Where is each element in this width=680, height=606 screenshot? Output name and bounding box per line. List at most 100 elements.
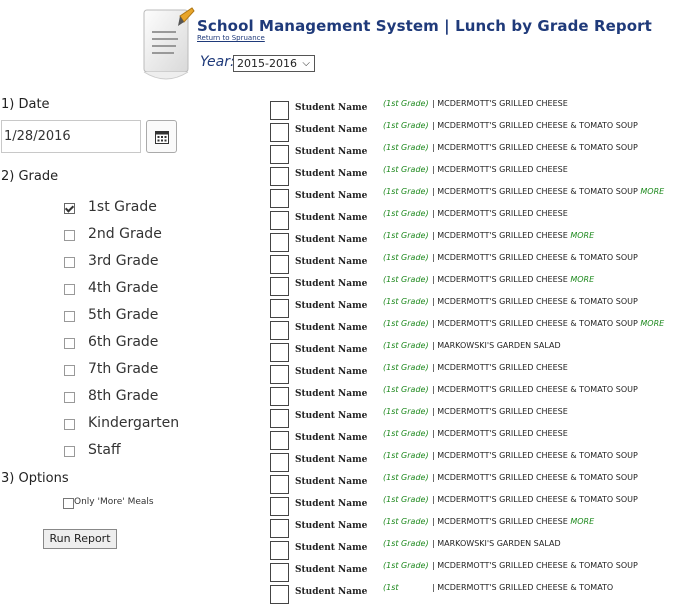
meal-description: | MCDERMOTT'S GRILLED CHEESE MORE xyxy=(432,231,680,240)
student-name: Student Name xyxy=(295,389,368,399)
checkbox-unchecked[interactable] xyxy=(64,338,75,349)
row-checkbox[interactable] xyxy=(270,189,289,208)
row-checkbox[interactable] xyxy=(270,167,289,186)
grade-tag-text: (1st Grade) xyxy=(383,385,429,394)
return-link[interactable]: Return to Spruance xyxy=(197,34,265,42)
date-heading: 1) Date xyxy=(1,97,50,112)
row-checkbox[interactable] xyxy=(270,409,289,428)
grade-tag: (1st Grade) xyxy=(383,253,429,262)
row-checkbox[interactable] xyxy=(270,299,289,318)
meal-description: | MCDERMOTT'S GRILLED CHEESE MORE xyxy=(432,275,680,284)
checkbox-unchecked[interactable] xyxy=(64,392,75,403)
student-name: Student Name xyxy=(295,411,368,421)
student-name: Student Name xyxy=(295,587,368,597)
row-checkbox[interactable] xyxy=(270,563,289,582)
student-name: Student Name xyxy=(295,147,368,157)
table-row: Student Name (1st Grade) | MCDERMOTT'S GRI… xyxy=(270,143,680,166)
checkbox-unchecked[interactable] xyxy=(64,284,75,295)
checkbox-unchecked[interactable] xyxy=(64,230,75,241)
meal-text: | MCDERMOTT'S GRILLED CHEESE xyxy=(432,517,568,526)
grade-tag: (1st Grade) xyxy=(383,143,429,152)
checkbox-unchecked[interactable] xyxy=(64,419,75,430)
checkbox-unchecked[interactable] xyxy=(64,257,75,268)
run-report-button[interactable]: Run Report xyxy=(43,529,117,549)
more-link[interactable]: MORE xyxy=(640,187,664,196)
row-checkbox[interactable] xyxy=(270,365,289,384)
meal-text: | MCDERMOTT'S GRILLED CHEESE & TOMATO SO… xyxy=(432,187,638,196)
row-checkbox[interactable] xyxy=(270,431,289,450)
table-row: Student Name (1st Grade) | MCDERMOTT'S GRI… xyxy=(270,319,680,342)
student-name: Student Name xyxy=(295,323,368,333)
date-field[interactable]: 1/28/2016 xyxy=(1,120,141,153)
chevron-down-icon: ⌵ xyxy=(302,58,310,69)
meal-text: | MCDERMOTT'S GRILLED CHEESE & TOMATO xyxy=(432,583,614,592)
table-row: Student Name (1st Grade) | MCDERMOTT'S GRI… xyxy=(270,121,680,144)
checkbox-unchecked[interactable] xyxy=(64,446,75,457)
meal-description: | MCDERMOTT'S GRILLED CHEESE MORE xyxy=(432,517,680,526)
meal-text: | MCDERMOTT'S GRILLED CHEESE xyxy=(432,275,568,284)
student-name: Student Name xyxy=(295,213,368,223)
table-row: Student Name (1st Grade) | MCDERMOTT'S GRI… xyxy=(270,253,680,276)
row-checkbox[interactable] xyxy=(270,211,289,230)
grade-tag: (1st Grade) xyxy=(383,341,429,350)
meal-text: | MARKOWSKI'S GARDEN SALAD xyxy=(432,341,561,350)
grade-tag: (1st Grade) xyxy=(383,297,429,306)
checkbox-unchecked[interactable] xyxy=(64,311,75,322)
row-checkbox[interactable] xyxy=(270,321,289,340)
grade-tag-text: (1st Grade) xyxy=(383,165,429,174)
row-checkbox[interactable] xyxy=(270,123,289,142)
meal-description: | MCDERMOTT'S GRILLED CHEESE & TOMATO SO… xyxy=(432,473,680,482)
grade-tag-text: (1st xyxy=(383,583,399,592)
table-row: Student Name (1st Grade) | MCDERMOTT'S GRI… xyxy=(270,451,680,474)
grade-tag: (1st Grade) xyxy=(383,539,429,548)
more-link[interactable]: MORE xyxy=(570,231,594,240)
grade-tag-text: (1st Grade) xyxy=(383,363,429,372)
meal-text: | MCDERMOTT'S GRILLED CHEESE & TOMATO SO… xyxy=(432,297,638,306)
grade-tag: (1st Grade) xyxy=(383,429,429,438)
table-row: Student Name (1st Grade) | MCDERMOTT'S GRI… xyxy=(270,517,680,540)
grade-option-label: 1st Grade xyxy=(88,199,157,215)
year-select[interactable]: 2015-2016 ⌵ xyxy=(233,55,315,72)
row-checkbox[interactable] xyxy=(270,101,289,120)
grade-tag-text: (1st Grade) xyxy=(383,473,429,482)
grade-option-label: 4th Grade xyxy=(88,280,159,296)
grade-tag: (1st Grade) xyxy=(383,231,429,240)
row-checkbox[interactable] xyxy=(270,387,289,406)
row-checkbox[interactable] xyxy=(270,453,289,472)
row-checkbox[interactable] xyxy=(270,145,289,164)
student-name: Student Name xyxy=(295,565,368,575)
meal-text: | MCDERMOTT'S GRILLED CHEESE xyxy=(432,429,568,438)
row-checkbox[interactable] xyxy=(270,519,289,538)
grade-tag: (1st Grade) xyxy=(383,451,429,460)
row-checkbox[interactable] xyxy=(270,497,289,516)
checkbox-box[interactable] xyxy=(63,498,74,509)
grade-tag-text: (1st Grade) xyxy=(383,319,429,328)
grade-tag-text: (1st Grade) xyxy=(383,407,429,416)
more-link[interactable]: MORE xyxy=(640,319,664,328)
grade-tag-text: (1st Grade) xyxy=(383,209,429,218)
meal-description: | MCDERMOTT'S GRILLED CHEESE & TOMATO SO… xyxy=(432,187,680,196)
calendar-button[interactable] xyxy=(146,120,177,153)
row-checkbox[interactable] xyxy=(270,541,289,560)
meal-text: | MCDERMOTT'S GRILLED CHEESE & TOMATO SO… xyxy=(432,143,638,152)
more-link[interactable]: MORE xyxy=(570,517,594,526)
row-checkbox[interactable] xyxy=(270,475,289,494)
row-checkbox[interactable] xyxy=(270,277,289,296)
checkbox-checked[interactable] xyxy=(64,203,75,214)
grade-tag: (1st Grade) xyxy=(383,187,429,196)
row-checkbox[interactable] xyxy=(270,343,289,362)
row-checkbox[interactable] xyxy=(270,233,289,252)
student-name: Student Name xyxy=(295,499,368,509)
more-link[interactable]: MORE xyxy=(570,275,594,284)
grade-tag: (1st Grade) xyxy=(383,121,429,130)
row-checkbox[interactable] xyxy=(270,585,289,604)
meal-text: | MCDERMOTT'S GRILLED CHEESE xyxy=(432,363,568,372)
grade-tag-text: (1st Grade) xyxy=(383,253,429,262)
grade-tag-text: (1st Grade) xyxy=(383,231,429,240)
table-row: Student Name (1st Grade) | MCDERMOTT'S GRI… xyxy=(270,495,680,518)
student-name: Student Name xyxy=(295,235,368,245)
row-checkbox[interactable] xyxy=(270,255,289,274)
checkbox-unchecked[interactable] xyxy=(64,365,75,376)
student-name: Student Name xyxy=(295,169,368,179)
meal-description: | MCDERMOTT'S GRILLED CHEESE & TOMATO SO… xyxy=(432,253,680,262)
